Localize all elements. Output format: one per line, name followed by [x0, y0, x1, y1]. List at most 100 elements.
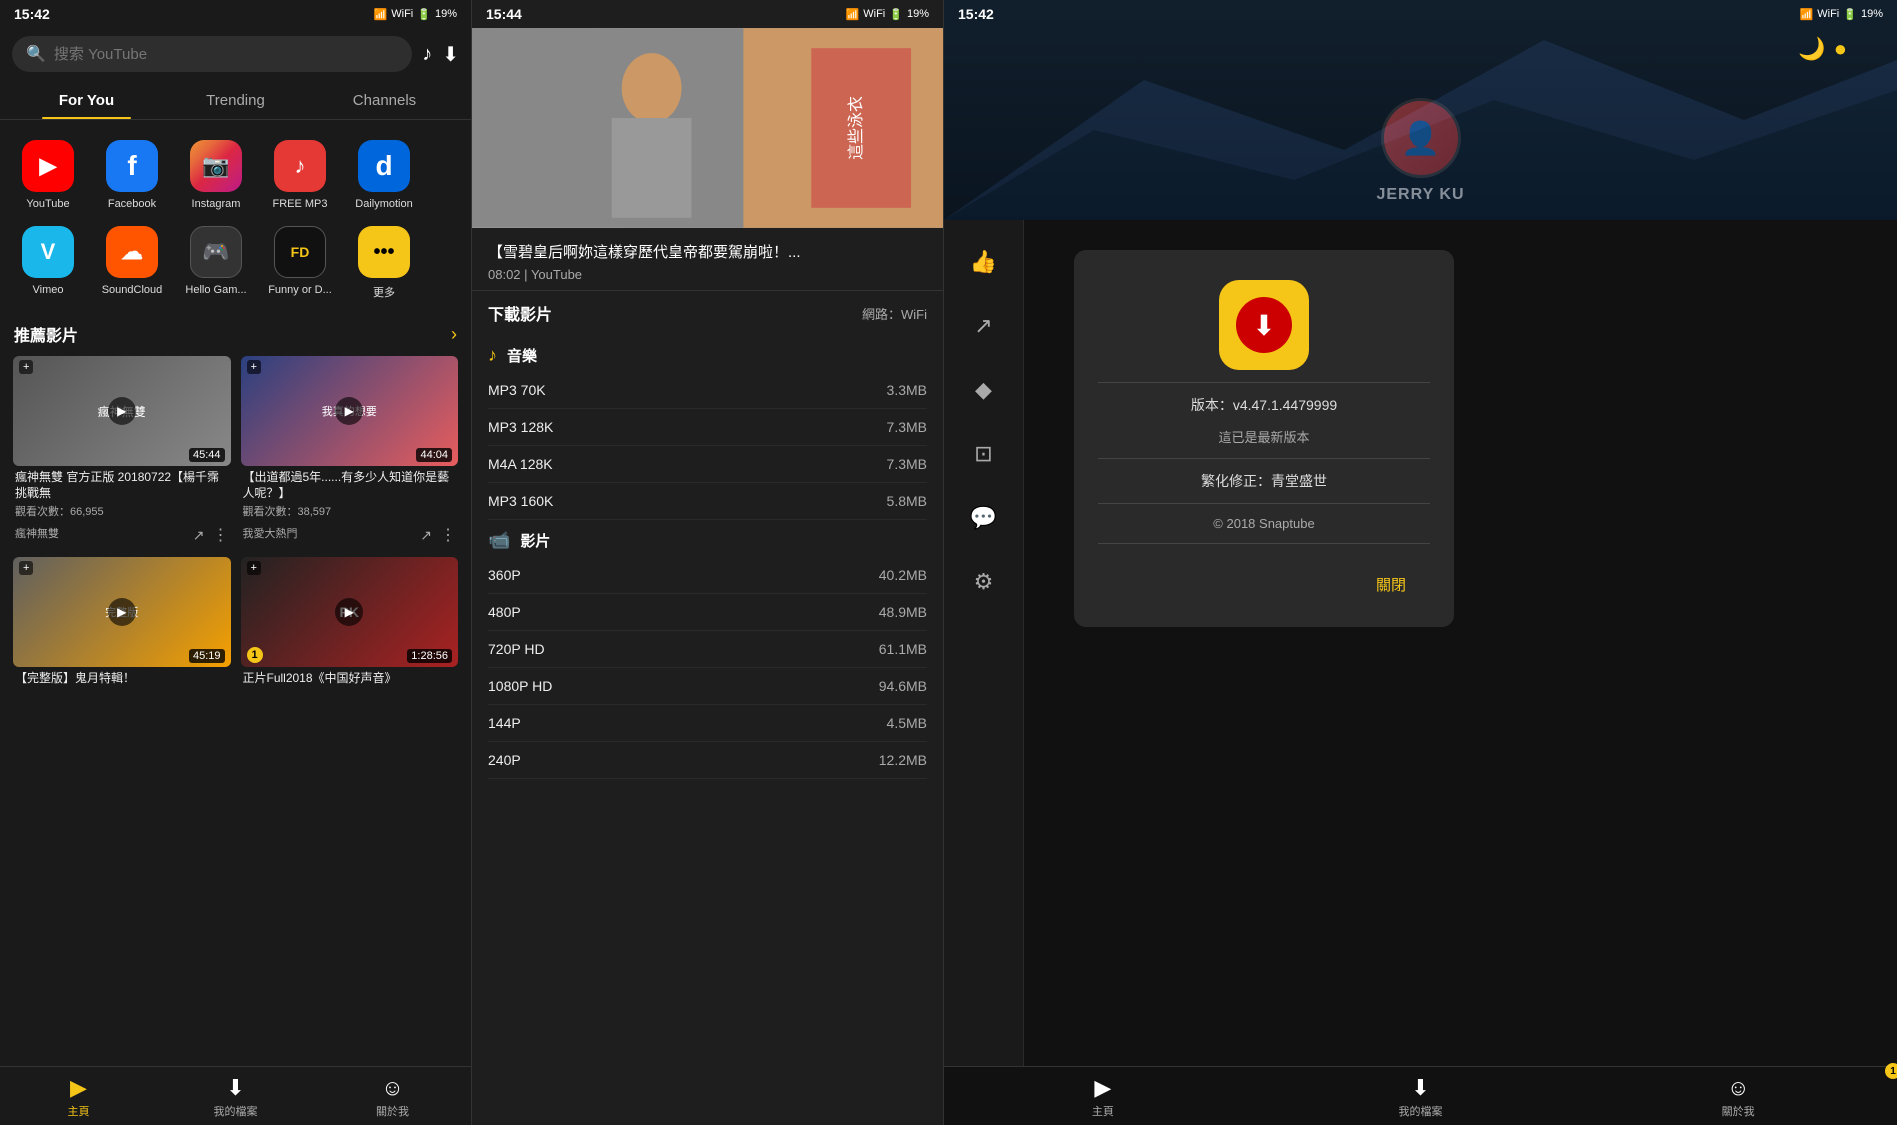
status-bar-left: 15:42 📶 WiFi 🔋 19%	[0, 0, 471, 28]
source-hellogame[interactable]: 🎮 Hello Gam...	[176, 220, 256, 306]
format-mp3-128k[interactable]: MP3 128K 7.3MB	[488, 409, 927, 446]
play-button-4[interactable]: ▶	[335, 598, 363, 626]
source-youtube[interactable]: ▶ YouTube	[8, 134, 88, 216]
format-size-mp3-160k: 5.8MB	[887, 493, 927, 509]
source-funnyor[interactable]: FD Funny or D...	[260, 220, 340, 306]
time-left: 15:42	[14, 6, 50, 22]
format-size-mp3-70k: 3.3MB	[887, 382, 927, 398]
source-dailymotion[interactable]: d Dailymotion	[344, 134, 424, 216]
format-240p[interactable]: 240P 12.2MB	[488, 742, 927, 779]
status-icons-right: 📶 WiFi 🔋 19%	[1800, 8, 1883, 21]
nav-myfiles-left[interactable]: ⬇ 我的檔案	[157, 1067, 314, 1125]
source-label-vimeo: Vimeo	[33, 284, 64, 296]
search-input[interactable]	[54, 46, 398, 63]
download-icon-btn[interactable]: ⬇	[442, 42, 459, 67]
video-preview: 這些泳衣	[472, 28, 943, 228]
battery-icon-m: 🔋	[889, 8, 903, 21]
copyright-text: © 2018 Snaptube	[1213, 516, 1314, 531]
duration-3: 45:19	[189, 649, 225, 663]
format-480p[interactable]: 480P 48.9MB	[488, 594, 927, 631]
latest-text: 這已是最新版本	[1218, 427, 1309, 446]
add-btn-4[interactable]: +	[247, 561, 261, 575]
audio-section: ♪ 音樂 MP3 70K 3.3MB MP3 128K 7.3MB M4A 12…	[472, 335, 943, 520]
nav-home-right[interactable]: ▶ 主頁	[944, 1067, 1262, 1125]
video-section-icon: 📹	[488, 530, 510, 551]
close-button[interactable]: 關閉	[1352, 566, 1430, 603]
recommended-arrow[interactable]: ›	[451, 324, 457, 345]
video-thumb-2: 我真的想要 ▶ + 44:04	[241, 356, 459, 466]
nav-about-right[interactable]: ☺ 關於我 1	[1579, 1067, 1897, 1125]
play-button-1[interactable]: ▶	[108, 397, 136, 425]
source-label-youtube: YouTube	[26, 198, 69, 210]
sidebar-settings[interactable]: ⚙	[962, 560, 1006, 604]
format-size-mp3-128k: 7.3MB	[887, 419, 927, 435]
format-mp3-70k[interactable]: MP3 70K 3.3MB	[488, 372, 927, 409]
sidebar-share[interactable]: ↗	[962, 304, 1006, 348]
sun-icon[interactable]: ●	[1834, 36, 1847, 62]
search-input-wrap[interactable]: 🔍	[12, 36, 412, 72]
panel-download: 15:44 📶 WiFi 🔋 19% 這些泳衣 【雪碧皇后啊妳這樣穿歷代皇帝都要…	[472, 0, 944, 1125]
divider-3	[1098, 503, 1430, 504]
format-720p[interactable]: 720P HD 61.1MB	[488, 631, 927, 668]
add-btn-1[interactable]: +	[19, 360, 33, 374]
video-title-4: 正片Full2018《中国好声音》	[243, 671, 457, 687]
source-label-hellogame: Hello Gam...	[185, 284, 246, 296]
video-card-4[interactable]: PK ▶ + 1:28:56 1 正片Full2018《中国好声音》	[236, 553, 464, 695]
share-icon-1[interactable]: ↗	[193, 527, 205, 544]
format-1080p[interactable]: 1080P HD 94.6MB	[488, 668, 927, 705]
format-360p[interactable]: 360P 40.2MB	[488, 557, 927, 594]
video-card-2[interactable]: 我真的想要 ▶ + 44:04 【出道都過5年......有多少人知道你是藝人呢…	[236, 352, 464, 553]
more-icon-1[interactable]: ⋮	[213, 525, 229, 545]
source-free-mp3[interactable]: ♪ FREE MP3	[260, 134, 340, 216]
source-instagram[interactable]: 📷 Instagram	[176, 134, 256, 216]
profile-main: 👍 ↗ ◆ ⊡ 💬 ⚙ 關於 ⬇ 版本：v4.47.1.4479999 這已是最…	[944, 220, 1897, 1125]
status-bar-right: 15:42 📶 WiFi 🔋 19%	[944, 0, 1897, 28]
source-icon-facebook: f	[106, 140, 158, 192]
video-format-section: 📹 影片 360P 40.2MB 480P 48.9MB 720P HD 61.…	[472, 520, 943, 779]
format-m4a-128k[interactable]: M4A 128K 7.3MB	[488, 446, 927, 483]
video-card-3[interactable]: 完整版 ▶ + 45:19 【完整版】鬼月特輯！	[8, 553, 236, 695]
sidebar-like[interactable]: 👍	[962, 240, 1006, 284]
format-name-mp3-128k: MP3 128K	[488, 419, 553, 435]
profile-sidebar: 👍 ↗ ◆ ⊡ 💬 ⚙ 關於	[944, 220, 1024, 1125]
play-button-2[interactable]: ▶	[335, 397, 363, 425]
sidebar-diamond[interactable]: ◆	[962, 368, 1006, 412]
source-vimeo[interactable]: V Vimeo	[8, 220, 88, 306]
source-soundcloud[interactable]: ☁ SoundCloud	[92, 220, 172, 306]
dark-toggle: 🌙 ●	[1798, 36, 1847, 62]
format-144p[interactable]: 144P 4.5MB	[488, 705, 927, 742]
moon-icon[interactable]: 🌙	[1798, 36, 1825, 62]
music-section-icon: ♪	[488, 345, 497, 366]
source-label-funnyor: Funny or D...	[268, 284, 332, 296]
more-icon-2[interactable]: ⋮	[440, 525, 456, 545]
format-name-1080p: 1080P HD	[488, 678, 552, 694]
profile-background: 🌙 ● 👤 JERRY KU	[944, 0, 1897, 220]
download-header: 下載影片 網路：WiFi	[472, 290, 943, 335]
add-btn-3[interactable]: +	[19, 561, 33, 575]
nav-myfiles-right[interactable]: ⬇ 我的檔案	[1262, 1067, 1580, 1125]
notification-badge: 1	[1885, 1063, 1897, 1079]
separator: |	[524, 267, 531, 282]
play-button-3[interactable]: ▶	[108, 598, 136, 626]
nav-about-left[interactable]: ☺ 關於我	[314, 1067, 471, 1125]
tab-for-you[interactable]: For You	[12, 80, 161, 119]
sidebar-subtitle[interactable]: ⊡	[962, 432, 1006, 476]
add-btn-2[interactable]: +	[247, 360, 261, 374]
video-section-header: 📹 影片	[488, 520, 927, 557]
music-icon-btn[interactable]: ♪	[422, 43, 432, 66]
video-actions-2: ↗ ⋮	[420, 525, 456, 545]
video-meta-3: 【完整版】鬼月特輯！	[13, 667, 231, 687]
sidebar-comment[interactable]: 💬	[962, 496, 1006, 540]
tab-channels[interactable]: Channels	[310, 80, 459, 119]
video-meta-4: 正片Full2018《中国好声音》	[241, 667, 459, 687]
source-icon-vimeo: V	[22, 226, 74, 278]
source-more[interactable]: ••• 更多	[344, 220, 424, 306]
format-mp3-160k[interactable]: MP3 160K 5.8MB	[488, 483, 927, 520]
recommended-header: 推薦影片 ›	[0, 312, 471, 352]
source-facebook[interactable]: f Facebook	[92, 134, 172, 216]
video-card-1[interactable]: 瘋神無雙 ▶ + 45:44 瘋神無雙 官方正版 20180722【楊千霈挑戰無…	[8, 352, 236, 553]
share-icon-2[interactable]: ↗	[420, 527, 432, 544]
nav-home-left[interactable]: ▶ 主頁	[0, 1067, 157, 1125]
tab-trending[interactable]: Trending	[161, 80, 310, 119]
source-label-dailymotion: Dailymotion	[355, 198, 412, 210]
